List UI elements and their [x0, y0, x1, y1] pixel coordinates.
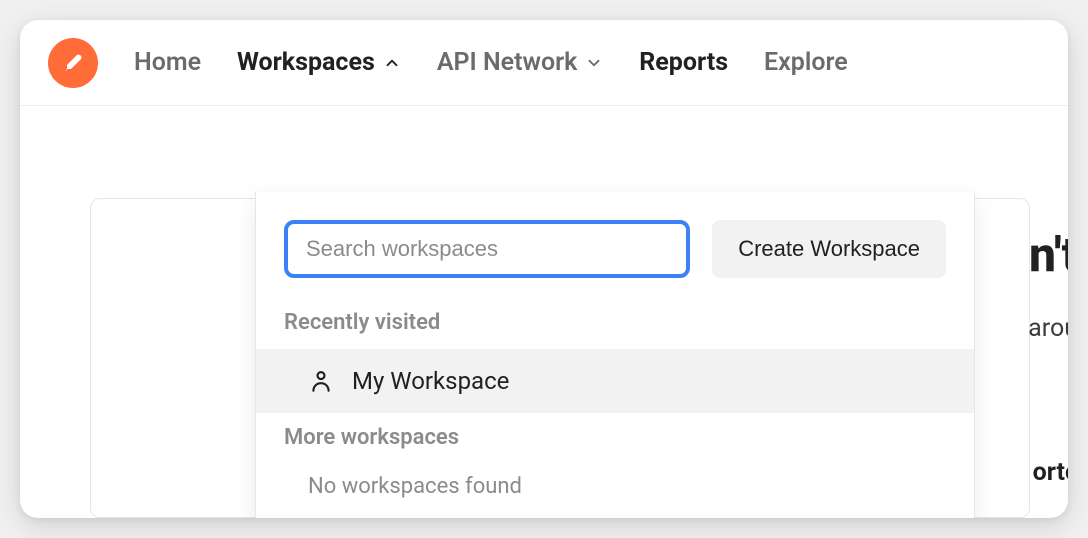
nav-explore[interactable]: Explore: [764, 48, 848, 77]
person-icon: [308, 368, 334, 394]
chevron-down-icon: [585, 54, 603, 72]
content-area: n't arou ortc Create Workspace Recently …: [20, 106, 1068, 518]
chevron-up-icon: [383, 54, 401, 72]
postman-logo[interactable]: [48, 38, 98, 88]
nav-explore-label: Explore: [764, 48, 848, 77]
nav-home-label: Home: [134, 48, 201, 77]
background-subtext-fragment: arou: [1028, 314, 1068, 343]
recently-visited-title: Recently visited: [256, 298, 974, 349]
nav-api-network-label: API Network: [437, 48, 577, 77]
background-heading-fragment: n't: [1029, 226, 1068, 283]
top-navbar: Home Workspaces API Network Reports Expl…: [20, 20, 1068, 106]
nav-api-network[interactable]: API Network: [437, 48, 603, 77]
app-window: Home Workspaces API Network Reports Expl…: [20, 20, 1068, 518]
more-workspaces-title: More workspaces: [256, 413, 974, 464]
nav-reports-label: Reports: [639, 48, 728, 77]
workspace-name-label: My Workspace: [352, 367, 509, 395]
nav-home[interactable]: Home: [134, 48, 201, 77]
nav-reports[interactable]: Reports: [639, 48, 728, 77]
workspace-item-my-workspace[interactable]: My Workspace: [256, 349, 974, 413]
postman-icon: [57, 47, 89, 79]
no-workspaces-message: No workspaces found: [256, 464, 974, 517]
nav-workspaces[interactable]: Workspaces: [237, 48, 401, 77]
search-workspaces-input[interactable]: [284, 220, 690, 278]
nav-workspaces-label: Workspaces: [237, 48, 375, 77]
workspaces-dropdown: Create Workspace Recently visited My Wor…: [255, 192, 975, 518]
dropdown-header: Create Workspace: [256, 192, 974, 298]
background-shortcut-fragment: ortc: [1033, 458, 1068, 487]
create-workspace-button[interactable]: Create Workspace: [712, 220, 946, 278]
